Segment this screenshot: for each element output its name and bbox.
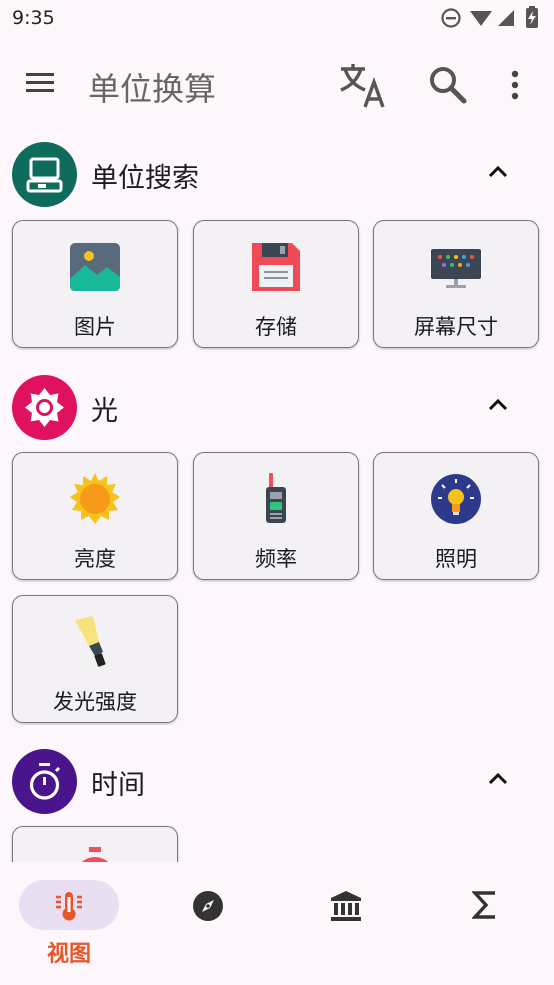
status-time: 9:35 xyxy=(12,7,55,29)
monitor-icon xyxy=(431,249,481,288)
status-icons xyxy=(441,6,538,28)
more-options-icon[interactable] xyxy=(510,70,520,100)
tile-luminous-intensity[interactable]: 发光强度 xyxy=(12,595,178,723)
flashlight-icon xyxy=(75,616,106,667)
floppy-disk-icon xyxy=(252,243,300,291)
cellular-signal-icon xyxy=(498,10,514,26)
picture-icon xyxy=(70,243,120,291)
tile-illuminance[interactable]: 照明 xyxy=(373,452,539,580)
nav-explore[interactable] xyxy=(158,880,258,970)
translate-icon[interactable] xyxy=(338,62,388,110)
do-not-disturb-icon xyxy=(441,8,461,28)
nav-view[interactable]: 视图 xyxy=(19,880,119,970)
tile-label: 存储 xyxy=(255,315,297,339)
chevron-up-icon[interactable] xyxy=(487,164,509,178)
bottom-navigation: 视图 xyxy=(0,862,554,985)
tile-label: 频率 xyxy=(255,547,297,571)
menu-icon[interactable] xyxy=(24,70,56,94)
page-title: 单位换算 xyxy=(88,70,217,108)
section-header-unit-search[interactable]: 单位搜索 xyxy=(0,134,554,207)
sigma-icon xyxy=(472,891,495,919)
nav-formulas[interactable] xyxy=(435,880,535,970)
stopwatch-icon xyxy=(12,749,77,814)
tile-image[interactable]: 图片 xyxy=(12,220,178,348)
nav-view-label: 视图 xyxy=(46,942,91,967)
tile-screen-size[interactable]: 屏幕尺寸 xyxy=(373,220,539,348)
nav-finance[interactable] xyxy=(296,880,396,970)
compass-icon xyxy=(193,891,223,921)
tile-label: 亮度 xyxy=(74,547,116,571)
section-header-time[interactable]: 时间 xyxy=(0,741,554,814)
tile-luminance[interactable]: 亮度 xyxy=(12,452,178,580)
chevron-up-icon[interactable] xyxy=(487,397,509,411)
battery-charging-icon xyxy=(526,6,538,28)
tile-storage[interactable]: 存储 xyxy=(193,220,359,348)
timer-icon xyxy=(81,847,109,862)
thermometer-icon xyxy=(56,892,82,921)
light-bulb-icon xyxy=(431,474,481,524)
tile-label: 图片 xyxy=(74,315,116,339)
tile-label: 照明 xyxy=(435,547,477,571)
tile-time-partial[interactable] xyxy=(12,826,178,862)
computer-icon xyxy=(12,142,77,207)
section-title: 单位搜索 xyxy=(91,163,199,194)
bank-icon xyxy=(331,891,361,921)
sun-icon xyxy=(70,473,120,524)
brightness-icon xyxy=(12,375,77,440)
section-title: 光 xyxy=(91,396,118,427)
section-title: 时间 xyxy=(91,770,145,801)
category-list: 单位搜索 图片 存储 屏幕尺寸 光 亮度 频率 照明 发光强度 时间 xyxy=(0,134,554,862)
wifi-icon xyxy=(470,11,492,26)
app-bar: 单位换算 xyxy=(0,36,554,134)
chevron-up-icon[interactable] xyxy=(487,771,509,785)
section-header-light[interactable]: 光 xyxy=(0,367,554,440)
tile-frequency[interactable]: 频率 xyxy=(193,452,359,580)
tile-label: 屏幕尺寸 xyxy=(414,315,498,339)
tile-label: 发光强度 xyxy=(53,690,137,714)
search-icon[interactable] xyxy=(428,65,468,105)
status-bar: 9:35 xyxy=(0,0,554,36)
walkie-talkie-icon xyxy=(266,473,286,523)
